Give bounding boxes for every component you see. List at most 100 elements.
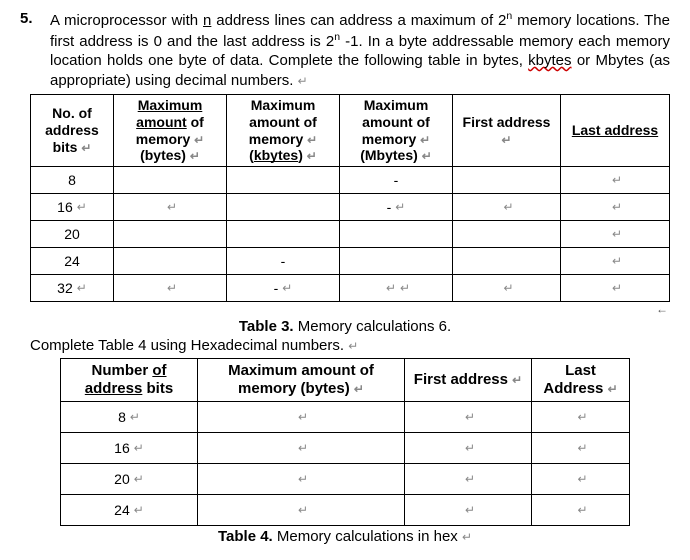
t4-cap-b: Table 4. [218,528,273,545]
t3-h2: Maximum amount of memory ↵ (bytes) ↵ [114,95,227,167]
t3-h5a: First address [463,114,551,130]
table-row: 20 ↵ [31,221,670,248]
table-cell: 32 ↵ [31,275,114,302]
table-cell [453,221,561,248]
t3-h1a: No. of [52,105,92,121]
return-mark-icon: ↵ [422,149,432,163]
t4-h2: Maximum amount of memory (bytes) ↵ [198,359,405,402]
return-mark-icon: ↵ [282,281,292,295]
return-mark-icon: ↵ [501,133,511,147]
t3-cap-b: Table 3. [239,318,294,335]
qtext-kbytes: kbytes [528,52,571,69]
return-mark-icon: ↵ [134,472,144,486]
return-mark-icon: ↵ [130,410,140,424]
question-text: A microprocessor with n address lines ca… [50,10,670,90]
table-cell: ↵ [561,167,670,194]
table-cell: - ↵ [227,275,340,302]
table-cell: ↵ [405,495,532,526]
t3-h5: First address ↵ [453,95,561,167]
return-mark-icon: ↵ [612,200,622,214]
cell-value: 24 [64,253,80,269]
t4-cap-r: Memory calculations in hex [273,528,462,545]
return-mark-icon: ↵ [465,410,475,424]
return-mark-icon: ↵ [194,133,204,147]
question-number: 5. [20,10,50,90]
return-mark-icon: ↵ [503,200,513,214]
return-mark-icon: ↵ [612,254,622,268]
table-cell: ↵ [114,194,227,221]
table-cell: ↵ [561,194,670,221]
table4-intro: Complete Table 4 using Hexadecimal numbe… [30,337,670,354]
return-mark-icon: ↵ [612,173,622,187]
table-cell: ↵ [405,402,532,433]
table-cell: ↵ [532,495,630,526]
cell-value: 32 [57,280,73,296]
table-cell: ↵ [405,464,532,495]
t3-h1b: address [45,122,99,138]
cell-value: 20 [64,226,80,242]
left-arrow-icon: ← [20,302,668,316]
t3-h3: Maximum amount of memory ↵ (kbytes) ↵ [227,95,340,167]
qtext-2: address lines can address a maximum of 2 [211,12,506,29]
return-mark-icon: ↵ [577,503,587,517]
table-row: 8 - ↵ [31,167,670,194]
table-cell: - [340,167,453,194]
t4-h1a: Number [91,362,152,379]
return-mark-icon: ↵ [354,382,364,396]
return-mark-icon: ↵ [503,281,513,295]
t4-h4: Last Address ↵ [532,359,630,402]
return-mark-icon: ↵ [348,339,358,353]
question-block: 5. A microprocessor with n address lines… [20,10,670,90]
t4-h1b: of [152,362,166,379]
table-cell: 16 ↵ [31,194,114,221]
table-row: 8 ↵↵↵↵ [61,402,630,433]
table-cell: 8 [31,167,114,194]
t3-h1c: bits [53,139,82,155]
return-mark-icon: ↵ [400,281,410,295]
return-mark-icon: ↵ [77,200,87,214]
table-cell [227,194,340,221]
t4-h3: First address ↵ [405,359,532,402]
return-mark-icon: ↵ [465,472,475,486]
cell-value: 8 [68,172,76,188]
return-mark-icon: ↵ [577,410,587,424]
table-row: 16 ↵↵- ↵↵↵ [31,194,670,221]
return-mark-icon: ↵ [307,149,317,163]
table-cell: ↵ [453,194,561,221]
cell-value: - [281,253,286,269]
return-mark-icon: ↵ [608,382,618,396]
return-mark-icon: ↵ [512,373,522,387]
table-row: 16 ↵↵↵↵ [61,433,630,464]
t3-cap-r: Memory calculations 6. [294,318,452,335]
table-cell: ↵ [198,495,405,526]
table-row: 32 ↵↵- ↵↵↵↵↵ [31,275,670,302]
return-mark-icon: ↵ [134,441,144,455]
table-cell: 16 ↵ [61,433,198,464]
cell-value: - [394,172,399,188]
t4-h1c: address [85,380,143,397]
table-cell [227,221,340,248]
table-cell [114,221,227,248]
return-mark-icon: ↵ [298,74,308,88]
cell-value: 8 [118,409,126,425]
table-cell: 20 ↵ [61,464,198,495]
return-mark-icon: ↵ [134,503,144,517]
cell-value: 20 [114,471,130,487]
table-row: 24 ↵↵↵↵ [61,495,630,526]
cell-value: 16 [114,440,130,456]
table-cell: ↵ [561,221,670,248]
table-cell: ↵ [532,402,630,433]
table-cell [453,248,561,275]
t4-h1: Number of address bits [61,359,198,402]
return-mark-icon: ↵ [77,281,87,295]
table-cell: ↵ [532,433,630,464]
table-4: Number of address bits Maximum amount of… [60,358,630,526]
table-cell: 24 [31,248,114,275]
return-mark-icon: ↵ [395,200,405,214]
table-cell [114,248,227,275]
return-mark-icon: ↵ [307,133,317,147]
t3-h4b: (Mbytes) [360,147,421,163]
t4-h1d: bits [142,380,173,397]
return-mark-icon: ↵ [81,141,91,155]
table-cell [340,221,453,248]
